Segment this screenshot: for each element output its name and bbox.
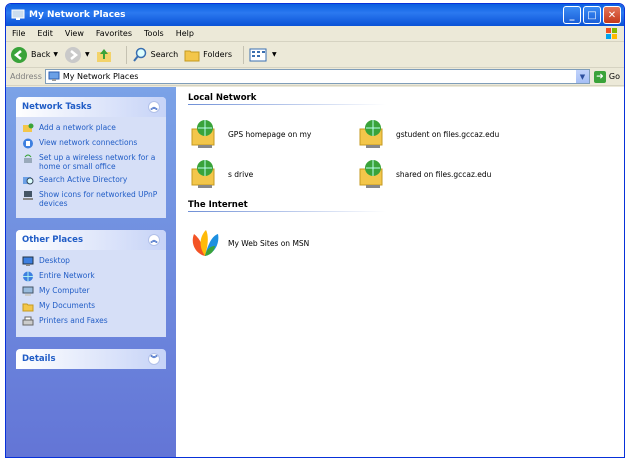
network-places-icon xyxy=(11,9,25,20)
details-panel: Details ︾ xyxy=(16,349,166,369)
network-folder-icon xyxy=(359,120,383,148)
address-label: Address xyxy=(10,72,42,81)
windows-logo-icon xyxy=(606,28,617,39)
documents-icon xyxy=(22,303,34,312)
collapse-icon[interactable]: ︽ xyxy=(148,234,160,246)
desktop-link[interactable]: Desktop xyxy=(22,256,160,267)
wireless-icon xyxy=(24,154,32,163)
back-arrow-icon xyxy=(11,46,27,63)
menu-view[interactable]: View xyxy=(65,29,84,38)
network-tasks-title: Network Tasks xyxy=(22,102,92,112)
search-active-directory-link[interactable]: Search Active Directory xyxy=(22,175,160,186)
menu-file[interactable]: File xyxy=(12,29,25,38)
content-pane: Local Network GPS homepage on my gstuden… xyxy=(176,87,624,457)
network-tasks-header[interactable]: Network Tasks ︽ xyxy=(16,97,166,117)
folders-button[interactable]: Folders xyxy=(184,47,232,63)
internet-heading: The Internet xyxy=(188,198,518,213)
menu-bar: File Edit View Favorites Tools Help xyxy=(6,26,624,42)
address-field[interactable]: My Network Places ▼ xyxy=(44,69,590,84)
view-network-connections-link[interactable]: View network connections xyxy=(22,138,160,149)
add-network-place-icon xyxy=(23,123,34,132)
up-folder-button[interactable] xyxy=(96,47,115,63)
address-dropdown-button[interactable]: ▼ xyxy=(575,70,589,83)
network-places-icon xyxy=(48,71,60,81)
folders-icon xyxy=(184,50,200,61)
network-place-item[interactable]: shared on files.gccaz.edu xyxy=(356,154,524,194)
network-folder-icon xyxy=(191,120,215,148)
printer-icon xyxy=(22,316,34,326)
go-arrow-icon: ➜ xyxy=(593,70,606,83)
folders-label: Folders xyxy=(203,50,233,59)
title-bar[interactable]: My Network Places _ □ ✕ xyxy=(6,4,624,26)
close-button[interactable]: ✕ xyxy=(603,6,621,24)
network-connections-icon xyxy=(23,138,33,149)
internet-place-item[interactable]: My Web Sites on MSN xyxy=(188,223,356,263)
menu-favorites[interactable]: Favorites xyxy=(96,29,132,38)
search-label: Search xyxy=(150,50,179,59)
computer-icon xyxy=(22,286,34,296)
window-title: My Network Places xyxy=(29,10,126,20)
expand-icon[interactable]: ︾ xyxy=(148,353,160,365)
other-places-header[interactable]: Other Places ︽ xyxy=(16,230,166,250)
msn-butterfly-icon xyxy=(192,230,219,256)
back-label: Back xyxy=(31,50,51,59)
views-button[interactable]: ▼ xyxy=(249,47,277,63)
explorer-window: My Network Places _ □ ✕ File Edit View F… xyxy=(5,3,625,458)
add-network-place-link[interactable]: Add a network place xyxy=(22,123,160,134)
views-icon xyxy=(249,48,267,61)
menu-edit[interactable]: Edit xyxy=(37,29,53,38)
network-folder-icon xyxy=(359,160,383,188)
collapse-icon[interactable]: ︽ xyxy=(148,101,160,113)
local-network-heading: Local Network xyxy=(188,91,518,106)
search-icon xyxy=(132,47,146,62)
task-pane: Network Tasks ︽ Add a network place View… xyxy=(6,87,176,457)
details-header[interactable]: Details ︾ xyxy=(16,349,166,369)
upnp-icon xyxy=(23,191,33,200)
menu-help[interactable]: Help xyxy=(176,29,194,38)
forward-button[interactable]: ▼ xyxy=(64,46,90,64)
my-computer-link[interactable]: My Computer xyxy=(22,286,160,297)
network-tasks-panel: Network Tasks ︽ Add a network place View… xyxy=(16,97,166,218)
network-folder-icon xyxy=(191,160,215,188)
maximize-button[interactable]: □ xyxy=(583,6,601,24)
menu-tools[interactable]: Tools xyxy=(144,29,164,38)
other-places-panel: Other Places ︽ Desktop Entire Network My… xyxy=(16,230,166,337)
network-place-item[interactable]: gstudent on files.gccaz.edu xyxy=(356,114,524,154)
entire-network-link[interactable]: Entire Network xyxy=(22,271,160,282)
minimize-button[interactable]: _ xyxy=(563,6,581,24)
desktop-icon xyxy=(22,256,34,266)
forward-arrow-icon xyxy=(65,46,82,63)
search-button[interactable]: Search xyxy=(132,47,178,63)
go-button[interactable]: ➜ Go xyxy=(593,70,620,83)
address-bar: Address My Network Places ▼ ➜ Go xyxy=(6,68,624,86)
back-button[interactable]: Back ▼ xyxy=(10,46,58,64)
go-label: Go xyxy=(608,72,620,81)
network-place-item[interactable]: GPS homepage on my xyxy=(188,114,356,154)
my-documents-link[interactable]: My Documents xyxy=(22,301,160,312)
toolbar: Back ▼ ▼ Search Folders ▼ xyxy=(6,42,624,68)
other-places-title: Other Places xyxy=(22,235,83,245)
printers-faxes-link[interactable]: Printers and Faxes xyxy=(22,316,160,327)
search-directory-icon xyxy=(23,177,34,185)
address-value: My Network Places xyxy=(62,72,139,81)
wireless-setup-link[interactable]: Set up a wireless network for a home or … xyxy=(22,153,160,171)
network-place-item[interactable]: s drive xyxy=(188,154,356,194)
details-title: Details xyxy=(22,354,56,364)
show-upnp-icons-link[interactable]: Show icons for networked UPnP devices xyxy=(22,190,160,208)
up-folder-icon xyxy=(96,48,111,62)
entire-network-icon xyxy=(23,271,33,282)
